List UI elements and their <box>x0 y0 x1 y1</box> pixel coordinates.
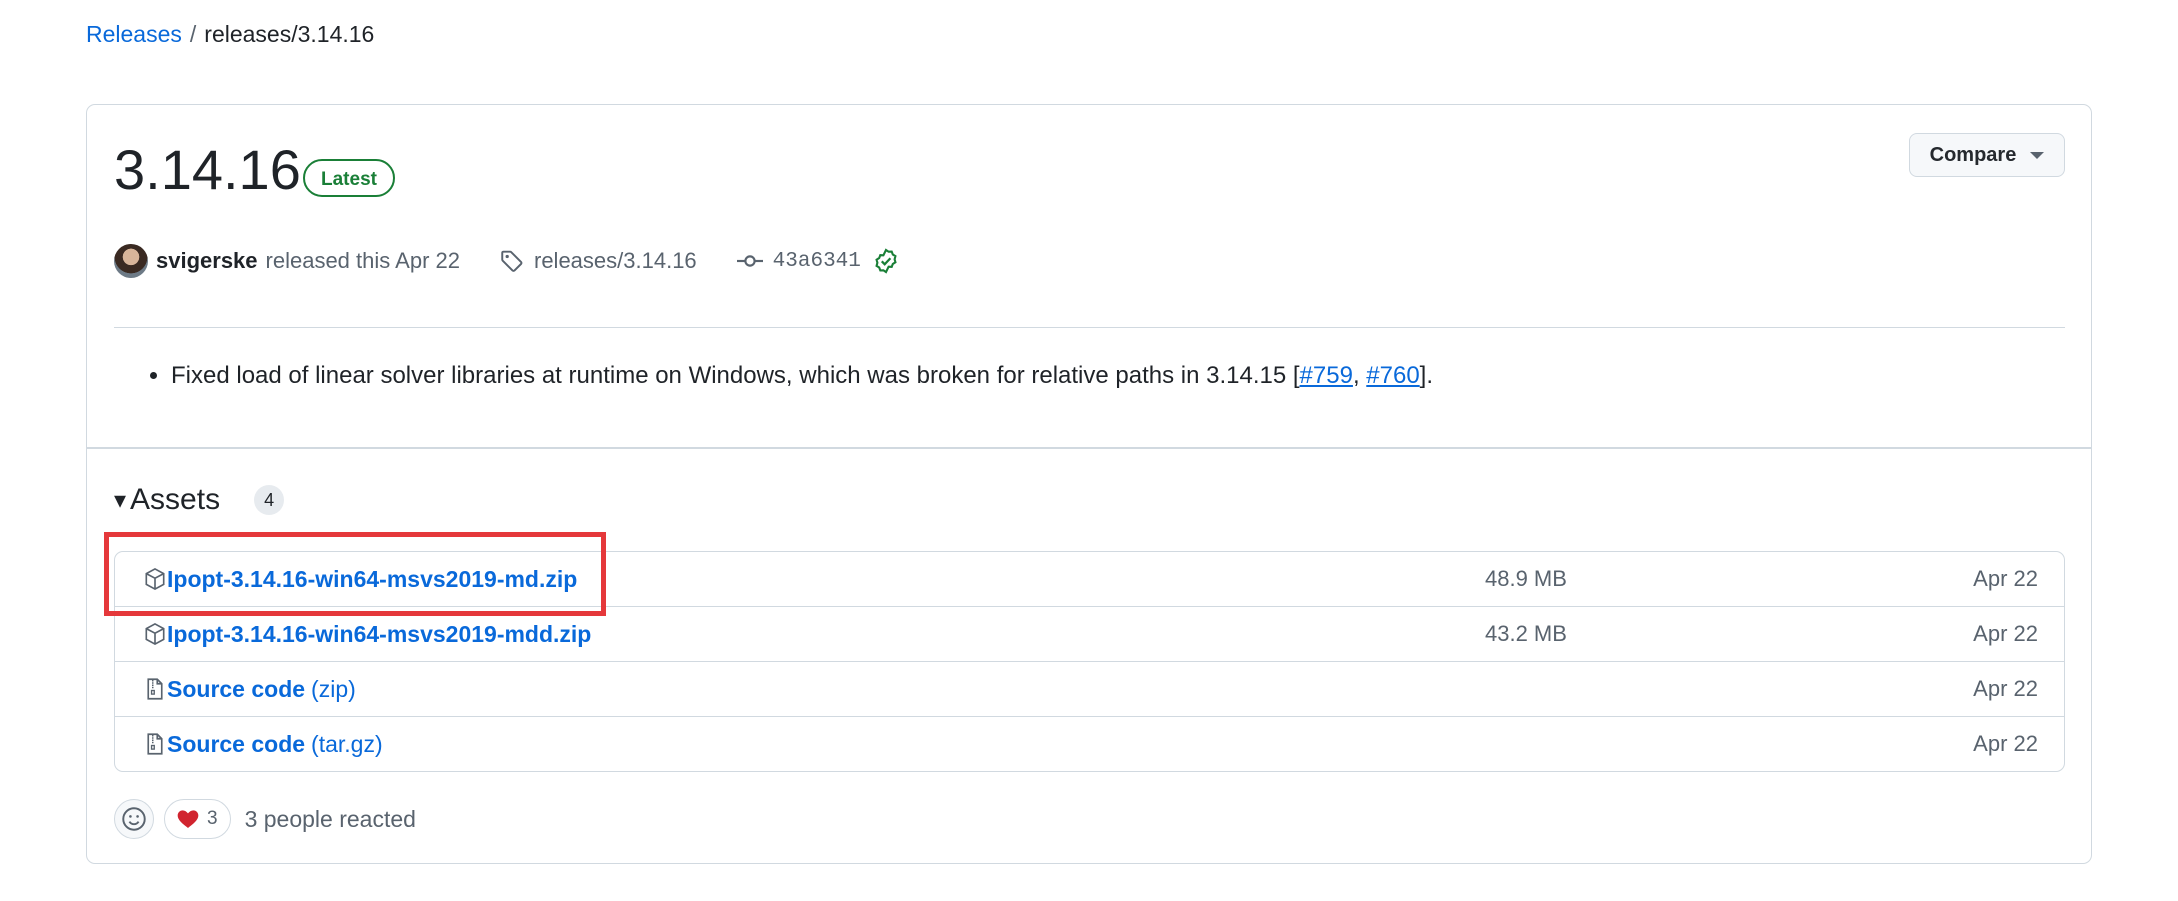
reactions-bar: 3 3 people reacted <box>114 799 416 839</box>
triangle-down-icon: ▾ <box>114 486 127 514</box>
tag-link[interactable]: releases/3.14.16 <box>534 248 697 274</box>
release-note-item: Fixed load of linear solver libraries at… <box>171 359 1433 393</box>
asset-row: Source code (tar.gz) Apr 22 <box>115 716 2064 771</box>
asset-date: Apr 22 <box>1973 676 2038 701</box>
asset-link[interactable]: Ipopt-3.14.16-win64-msvs2019-mdd.zip <box>167 621 591 648</box>
assets-title: Assets <box>130 483 221 516</box>
verified-check-icon[interactable] <box>873 248 899 274</box>
breadcrumb: Releases / releases/3.14.16 <box>86 18 374 50</box>
issue-759-link[interactable]: #759 <box>1300 362 1353 389</box>
issue-760-link[interactable]: #760 <box>1366 362 1419 389</box>
file-zip-icon <box>143 677 167 701</box>
asset-date: Apr 22 <box>1973 731 2038 756</box>
divider <box>114 327 2065 328</box>
add-reaction-button[interactable] <box>114 799 154 839</box>
compare-button[interactable]: Compare <box>1909 133 2065 177</box>
asset-format: (tar.gz) <box>311 730 383 757</box>
assets-toggle[interactable]: ▾ Assets 4 <box>114 483 285 517</box>
asset-size: 48.9 MB <box>1485 566 1567 591</box>
commit-icon <box>736 249 763 273</box>
breadcrumb-current: releases/3.14.16 <box>204 21 375 47</box>
release-card: 3.14.16 Latest Compare svigerske release… <box>86 104 2092 864</box>
reaction-summary: 3 people reacted <box>244 805 416 832</box>
latest-badge: Latest <box>303 159 395 197</box>
asset-date: Apr 22 <box>1973 621 2038 646</box>
heart-reaction-button[interactable]: 3 <box>164 799 231 839</box>
asset-size: 43.2 MB <box>1485 621 1567 646</box>
heart-icon <box>177 810 199 828</box>
asset-link[interactable]: Source code <box>167 676 305 703</box>
chevron-down-icon <box>2030 151 2045 159</box>
release-meta: svigerske released this Apr 22 releases/… <box>114 241 899 281</box>
asset-format: (zip) <box>311 675 356 702</box>
asset-date: Apr 22 <box>1973 566 2038 591</box>
highlight-box <box>104 532 606 616</box>
package-icon <box>143 622 167 646</box>
file-zip-icon <box>143 732 167 756</box>
asset-link[interactable]: Source code <box>167 731 305 758</box>
commit-sha-link[interactable]: 43a6341 <box>773 250 861 273</box>
avatar[interactable] <box>114 244 148 278</box>
smiley-icon <box>122 807 146 831</box>
author-link[interactable]: svigerske <box>156 248 258 274</box>
release-notes: Fixed load of linear solver libraries at… <box>141 359 1433 393</box>
released-text: released this Apr 22 <box>265 248 460 273</box>
section-divider <box>87 447 2091 449</box>
assets-count-badge: 4 <box>254 485 285 515</box>
release-title[interactable]: 3.14.16 <box>114 135 301 205</box>
breadcrumb-releases-link[interactable]: Releases <box>86 21 182 47</box>
compare-label: Compare <box>1929 143 2017 166</box>
tag-icon <box>500 249 524 273</box>
heart-count: 3 <box>207 808 218 829</box>
asset-row: Source code (zip) Apr 22 <box>115 661 2064 716</box>
breadcrumb-separator: / <box>189 21 197 47</box>
